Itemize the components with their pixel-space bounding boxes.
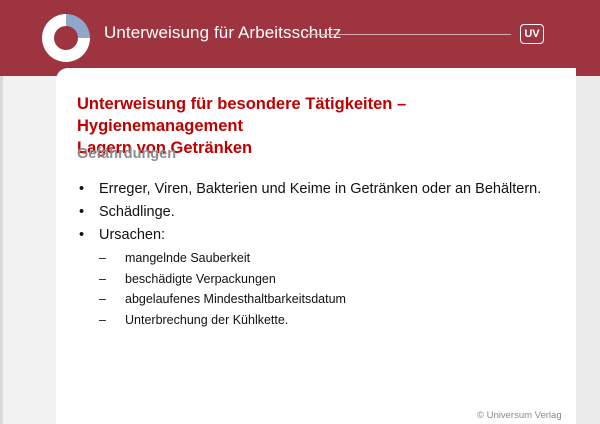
dash-marker: – [99, 251, 106, 265]
left-edge [0, 76, 3, 424]
sub-bullet-text: beschädigte Verpackungen [125, 271, 276, 286]
slide-header: Unterweisung für Arbeitsschutz UV [0, 0, 600, 76]
slide-subtitle: Gefährdungen [77, 146, 177, 162]
bullet-text: Erreger, Viren, Bakterien und Keime in G… [99, 181, 542, 197]
bullet-item: • Erreger, Viren, Bakterien und Keime in… [77, 178, 541, 200]
bullet-text: Schädlinge. [99, 204, 175, 220]
bullet-text: Ursachen: [99, 227, 166, 243]
logo-icon [42, 14, 90, 62]
slide-title-line-1: Unterweisung für besondere Tätigkeiten –… [77, 95, 407, 135]
bullet-item: • Schädlinge. [77, 201, 541, 223]
sub-bullet-text: mangelnde Sauberkeit [125, 251, 251, 265]
header-title: Unterweisung für Arbeitsschutz [104, 23, 342, 42]
dash-marker: – [99, 292, 106, 306]
uv-logo-badge: UV [520, 24, 544, 44]
copyright-notice: © Universum Verlag [477, 410, 562, 421]
sub-bullet-text: Unterbrechung der Kühlkette. [125, 312, 289, 327]
sub-bullet-list: – mangelnde Sauberkeit – beschädigte Ver… [99, 248, 541, 330]
dash-marker: – [99, 271, 106, 286]
sub-bullet-item: – abgelaufenes Mindesthaltbarkeitsdatum [99, 289, 541, 310]
sub-bullet-item: – beschädigte Verpackungen [99, 269, 541, 290]
sub-bullet-item: – mangelnde Sauberkeit [99, 248, 541, 269]
sub-bullet-item: – Unterbrechung der Kühlkette. [99, 310, 541, 331]
bullet-marker: • [79, 181, 85, 197]
dash-marker: – [99, 312, 106, 327]
header-divider [306, 34, 511, 35]
bullet-item: • Ursachen: – mangelnde Sauberkeit – bes… [77, 224, 541, 330]
bullet-marker: • [79, 227, 85, 243]
right-edge [576, 76, 600, 424]
bullet-list: • Erreger, Viren, Bakterien und Keime in… [77, 178, 541, 330]
bullet-marker: • [79, 204, 85, 220]
sub-bullet-text: abgelaufenes Mindesthaltbarkeitsdatum [125, 292, 346, 306]
